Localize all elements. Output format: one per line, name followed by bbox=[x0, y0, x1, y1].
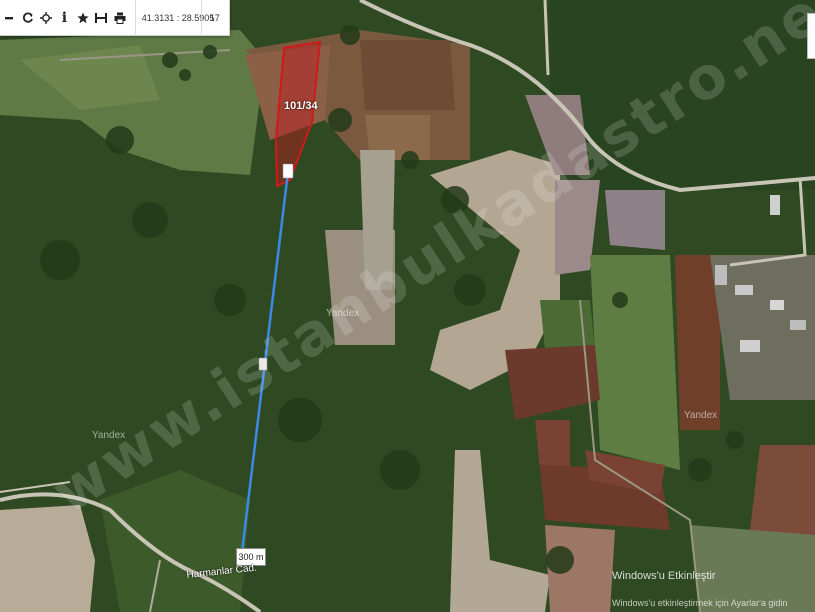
refresh-button[interactable] bbox=[18, 0, 36, 36]
info-button[interactable]: i bbox=[55, 0, 73, 36]
map-toolbar: i 41.3131 : 28.5905 17 bbox=[0, 0, 230, 36]
refresh-icon bbox=[22, 12, 33, 23]
zoom-level-readout: 17 bbox=[200, 0, 229, 36]
measure-button[interactable] bbox=[92, 0, 110, 36]
favorite-button[interactable] bbox=[74, 0, 92, 36]
zoom-out-button[interactable] bbox=[0, 0, 18, 36]
measure-start-handle[interactable] bbox=[282, 163, 294, 179]
locate-button[interactable] bbox=[37, 0, 55, 36]
provider-label: Yandex bbox=[326, 308, 360, 319]
minus-icon bbox=[5, 16, 14, 19]
parcel-number-label: 101/34 bbox=[284, 100, 318, 112]
coordinate-readout: 41.3131 : 28.5905 bbox=[134, 0, 214, 36]
print-button[interactable] bbox=[110, 0, 128, 36]
provider-label: Yandex bbox=[92, 430, 126, 441]
side-panel-toggle[interactable] bbox=[807, 13, 815, 59]
provider-label: Yandex bbox=[684, 410, 718, 421]
info-icon: i bbox=[61, 9, 68, 26]
ruler-icon bbox=[95, 12, 108, 23]
star-icon bbox=[77, 12, 89, 23]
print-icon bbox=[114, 12, 126, 24]
crosshair-icon bbox=[39, 11, 52, 24]
windows-activation-title: Windows'u Etkinleştir bbox=[612, 570, 716, 582]
windows-activation-subtitle: Windows'u etkinleştirmek için Ayarlar'a … bbox=[612, 598, 788, 608]
